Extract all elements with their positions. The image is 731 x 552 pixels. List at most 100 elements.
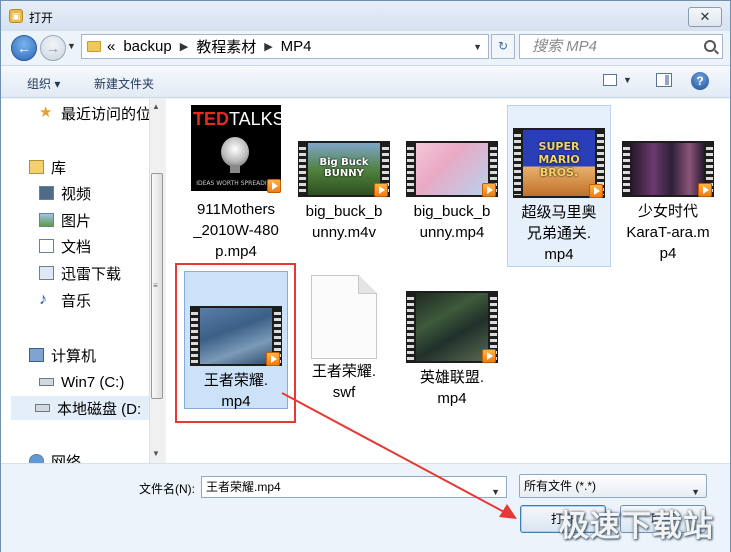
breadcrumb-separator-icon[interactable]: ▶	[264, 40, 272, 53]
app-icon: ▣	[9, 9, 23, 23]
video-thumbnail: TEDTALKS IDEAS WORTH SPREADING	[191, 105, 285, 195]
nav-item-label: 音乐	[61, 292, 92, 310]
help-icon[interactable]: ?	[691, 72, 709, 90]
nav-item-label: 计算机	[51, 347, 97, 365]
chevron-down-icon[interactable]: ▼	[691, 481, 700, 503]
breadcrumb-tutorial-material[interactable]: 教程素材	[196, 36, 256, 57]
video-thumbnail: SUPER MARIO BROS.	[513, 128, 605, 218]
chevron-down-icon[interactable]: ▼	[473, 42, 482, 52]
watermark-logo: 极速下载站	[559, 509, 714, 544]
nav-item-label: 最近访问的位	[61, 105, 152, 123]
new-folder-button[interactable]: 新建文件夹	[94, 75, 154, 92]
navigation-row: ← → ▼ « backup ▶ 教程素材 ▶ MP4 ▼ ↻ 搜索 MP4	[1, 31, 730, 64]
nav-item-label: 本地磁盘 (D:	[57, 400, 142, 418]
file-item[interactable]: 王者荣耀. swf	[292, 271, 396, 409]
video-thumbnail	[406, 291, 498, 365]
video-thumbnail: Big Buck BUNNY	[298, 141, 390, 231]
media-play-badge-icon	[698, 183, 712, 197]
hard-drive-icon	[35, 404, 50, 412]
navigation-pane: ★ 最近访问的位 库 视频 图片 文档 迅雷下载 ♪ 音乐 计算机 Win7 (…	[1, 99, 165, 463]
scroll-up-arrow-icon[interactable]: ▲	[152, 102, 160, 111]
nav-item-network[interactable]: 网络	[29, 449, 81, 463]
file-item[interactable]: TEDTALKS IDEAS WORTH SPREADING 911Mother…	[184, 105, 288, 263]
thumbnail-caption: Big Buck BUNNY	[319, 157, 369, 179]
folder-icon	[87, 41, 101, 52]
nav-item-label: 视频	[61, 185, 92, 203]
nav-item-drive-c[interactable]: Win7 (C:)	[39, 370, 124, 394]
document-library-icon	[39, 239, 54, 253]
nav-item-drive-d[interactable]: 本地磁盘 (D:	[11, 396, 151, 420]
media-play-badge-icon	[374, 183, 388, 197]
highlight-box-selected-file	[175, 263, 296, 423]
computer-icon	[29, 348, 44, 362]
nav-item-label: Win7 (C:)	[61, 373, 125, 391]
close-button[interactable]: ✕	[688, 7, 722, 27]
filename-input[interactable]: 王者荣耀.mp4 ▼	[201, 476, 507, 498]
nav-item-libraries[interactable]: 库	[29, 155, 66, 179]
nav-item-label: 图片	[61, 212, 92, 230]
refresh-icon[interactable]: ↻	[491, 34, 515, 59]
command-toolbar: 组织 ▾ 新建文件夹 ▼ ?	[1, 65, 730, 98]
lightbulb-icon	[221, 137, 249, 173]
back-arrow-icon[interactable]: ←	[11, 35, 37, 61]
library-icon	[29, 160, 44, 174]
search-icon[interactable]	[704, 40, 716, 52]
filetype-value: 所有文件 (*.*)	[524, 479, 597, 493]
file-item[interactable]: 少女时代 KaraT-ara.m p4	[616, 105, 720, 267]
music-note-icon: ♪	[39, 291, 47, 308]
title-bar: ▣ 打开 ✕	[1, 1, 730, 31]
thumbnail-caption: SUPER MARIO BROS.	[538, 140, 580, 179]
media-play-badge-icon	[482, 183, 496, 197]
file-name: 911Mothers _2010W-480 p.mp4	[193, 201, 279, 260]
nav-item-recent[interactable]: ★ 最近访问的位	[39, 101, 151, 125]
breadcrumb-separator-icon[interactable]: ▶	[180, 40, 188, 53]
media-play-badge-icon	[267, 179, 281, 193]
document-thumbnail	[311, 275, 377, 361]
hard-drive-icon	[39, 378, 54, 386]
network-icon	[29, 454, 44, 463]
breadcrumb-backup[interactable]: backup	[123, 38, 171, 55]
forward-arrow-icon[interactable]: →	[40, 35, 66, 61]
breadcrumb-overflow[interactable]: «	[107, 38, 115, 55]
filetype-select[interactable]: 所有文件 (*.*) ▼	[519, 474, 707, 498]
file-name: 英雄联盟. mp4	[419, 369, 485, 407]
scroll-grip-icon: ≡	[153, 281, 158, 290]
file-item[interactable]: SUPER MARIO BROS. 超级马里奥 兄弟通关. mp4	[507, 105, 611, 267]
file-item[interactable]: 英雄联盟. mp4	[400, 271, 504, 409]
file-item[interactable]: big_buck_b unny.mp4	[400, 105, 504, 263]
view-options-icon[interactable]	[603, 74, 617, 86]
address-bar[interactable]: « backup ▶ 教程素材 ▶ MP4 ▼	[81, 34, 489, 59]
nav-item-label: 库	[51, 159, 67, 177]
search-input[interactable]: 搜索 MP4	[519, 34, 723, 59]
downloads-library-icon	[39, 266, 54, 280]
filename-value: 王者荣耀.mp4	[206, 480, 281, 494]
search-placeholder: 搜索 MP4	[532, 38, 598, 55]
media-play-badge-icon	[589, 184, 603, 198]
chevron-down-icon[interactable]: ▼	[623, 75, 632, 85]
picture-library-icon	[39, 213, 54, 227]
window-title: 打开	[29, 11, 54, 25]
nav-item-documents[interactable]: 文档	[39, 234, 91, 258]
media-play-badge-icon	[482, 349, 496, 363]
nav-item-music[interactable]: ♪ 音乐	[39, 288, 91, 312]
nav-item-label: 迅雷下载	[61, 265, 122, 283]
chevron-down-icon[interactable]: ▼	[491, 482, 500, 502]
breadcrumb-mp4[interactable]: MP4	[281, 38, 312, 55]
filename-label: 文件名(N):	[139, 482, 195, 496]
video-library-icon	[39, 186, 54, 200]
preview-pane-icon[interactable]	[656, 73, 672, 87]
nav-item-pictures[interactable]: 图片	[39, 208, 91, 232]
nav-item-computer[interactable]: 计算机	[29, 343, 96, 367]
scroll-down-arrow-icon[interactable]: ▼	[152, 449, 160, 458]
video-thumbnail	[622, 141, 714, 231]
nav-item-label: 网络	[51, 453, 82, 464]
nav-item-thunder-downloads[interactable]: 迅雷下载	[39, 261, 121, 285]
organize-menu[interactable]: 组织 ▾	[27, 75, 60, 92]
file-name: 王者荣耀. swf	[311, 363, 377, 401]
video-thumbnail	[406, 141, 498, 231]
file-item[interactable]: Big Buck BUNNY big_buck_b unny.m4v	[292, 105, 396, 263]
ted-logo: TEDTALKS	[193, 109, 285, 129]
nav-item-videos[interactable]: 视频	[39, 181, 91, 205]
recent-places-icon: ★	[39, 104, 53, 121]
recent-pages-dropdown-icon[interactable]: ▼	[67, 41, 76, 51]
